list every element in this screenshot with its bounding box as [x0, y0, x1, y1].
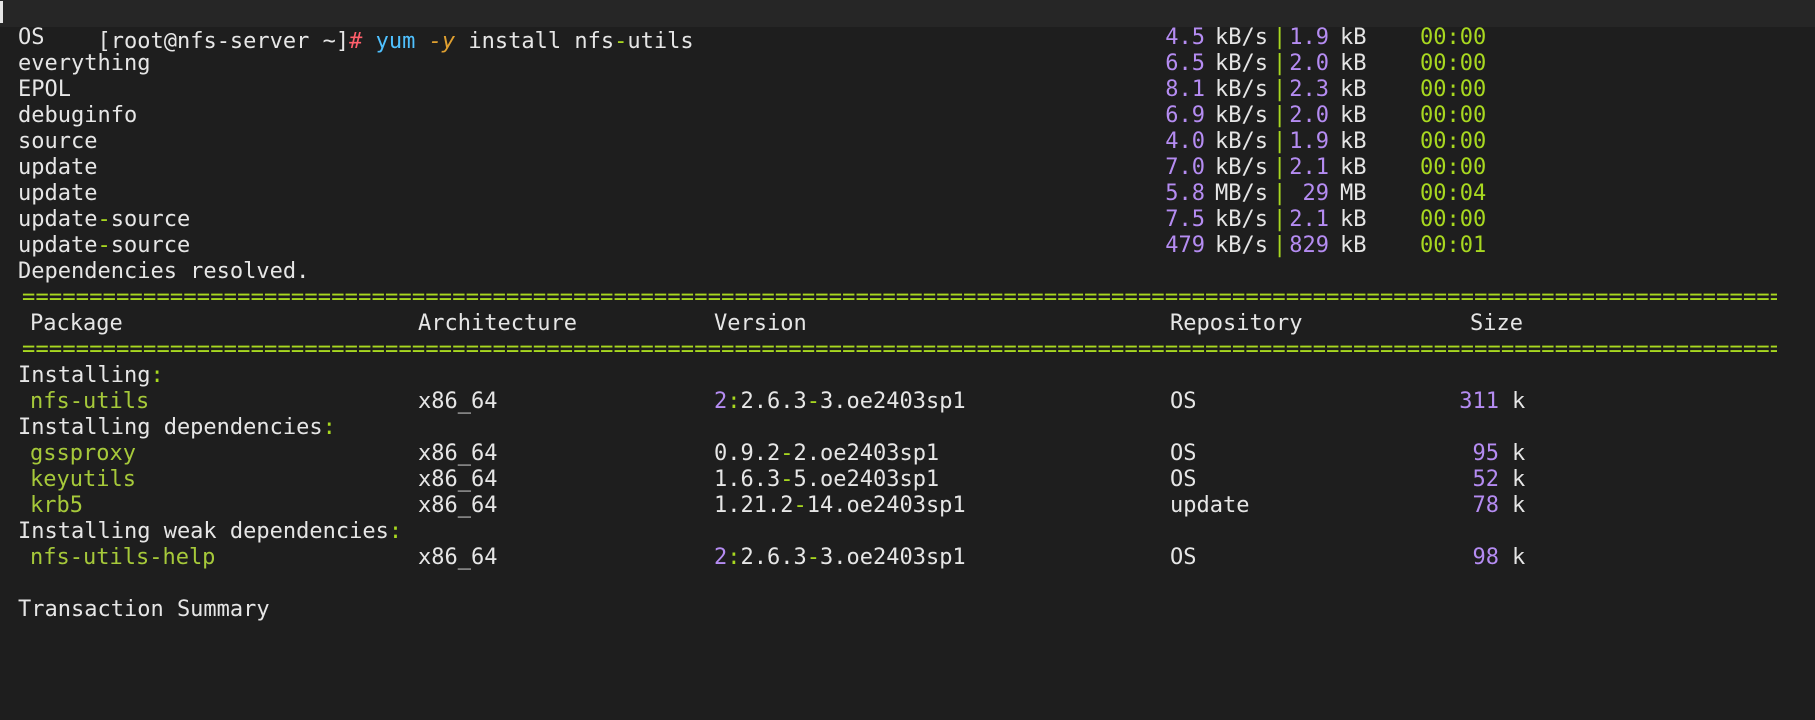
version-epoch: 2	[714, 389, 728, 414]
version-release: 14.oe2403sp1	[806, 493, 966, 518]
version-dash: -	[780, 467, 794, 492]
table-row: nfs-utils-help x86_64 2:2.6.3-3.oe2403sp1 O…	[0, 543, 1815, 573]
repo-name: OS	[18, 25, 45, 50]
transaction-summary-text: Transaction Summary	[18, 597, 270, 622]
version-number: 2.6.3	[740, 389, 807, 414]
repo-name-dash: -	[97, 207, 111, 232]
version-release: 3.oe2403sp1	[819, 545, 966, 570]
version-dash: -	[780, 441, 794, 466]
section-weak-label: Installing weak dependencies	[18, 519, 389, 544]
terminal-window[interactable]: [root@nfs-server ~]# yum -y install nfs-…	[0, 0, 1815, 720]
version-colon: :	[727, 389, 741, 414]
section-colon: :	[388, 519, 403, 544]
version-release: 5.oe2403sp1	[793, 467, 940, 492]
package-size-unit: k	[1512, 545, 1526, 570]
version-number: 1.6.3	[714, 467, 781, 492]
repo-name-suffix: source	[110, 207, 191, 232]
version-dash: -	[806, 389, 820, 414]
repo-name: source	[18, 129, 98, 154]
repo-name: update	[18, 207, 98, 232]
repo-name-suffix: source	[110, 233, 191, 258]
version-release: 3.oe2403sp1	[819, 389, 966, 414]
version-number: 2.6.3	[740, 545, 807, 570]
version-colon: :	[727, 545, 741, 570]
package-arch: x86_64	[418, 545, 498, 570]
package-name: nfs-utils-help	[30, 545, 216, 570]
repo-name: EPOL	[18, 77, 71, 102]
section-colon: :	[150, 363, 164, 388]
repo-name: update	[18, 181, 98, 206]
package-repo: OS	[1170, 545, 1197, 570]
version-dash: -	[806, 545, 820, 570]
version-number: 0.9.2	[714, 441, 781, 466]
repo-name: debuginfo	[18, 103, 138, 128]
package-version: 2:2.6.3-3.oe2403sp1	[714, 543, 966, 573]
section-deps-label: Installing dependencies	[18, 415, 323, 440]
version-release: 2.oe2403sp1	[793, 441, 940, 466]
left-edge-marker	[0, 1, 3, 23]
section-installing-label: Installing	[18, 363, 151, 388]
repo-name-dash: -	[97, 233, 111, 258]
package-size: 98	[1472, 545, 1500, 570]
repo-name: update	[18, 233, 98, 258]
repo-name: update	[18, 155, 98, 180]
version-dash: -	[793, 493, 807, 518]
version-number: 1.21.2	[714, 493, 794, 518]
repo-name: everything	[18, 51, 151, 76]
version-epoch: 2	[714, 545, 728, 570]
transaction-summary-line: Transaction Summary	[0, 595, 1815, 625]
section-colon: :	[322, 415, 336, 440]
